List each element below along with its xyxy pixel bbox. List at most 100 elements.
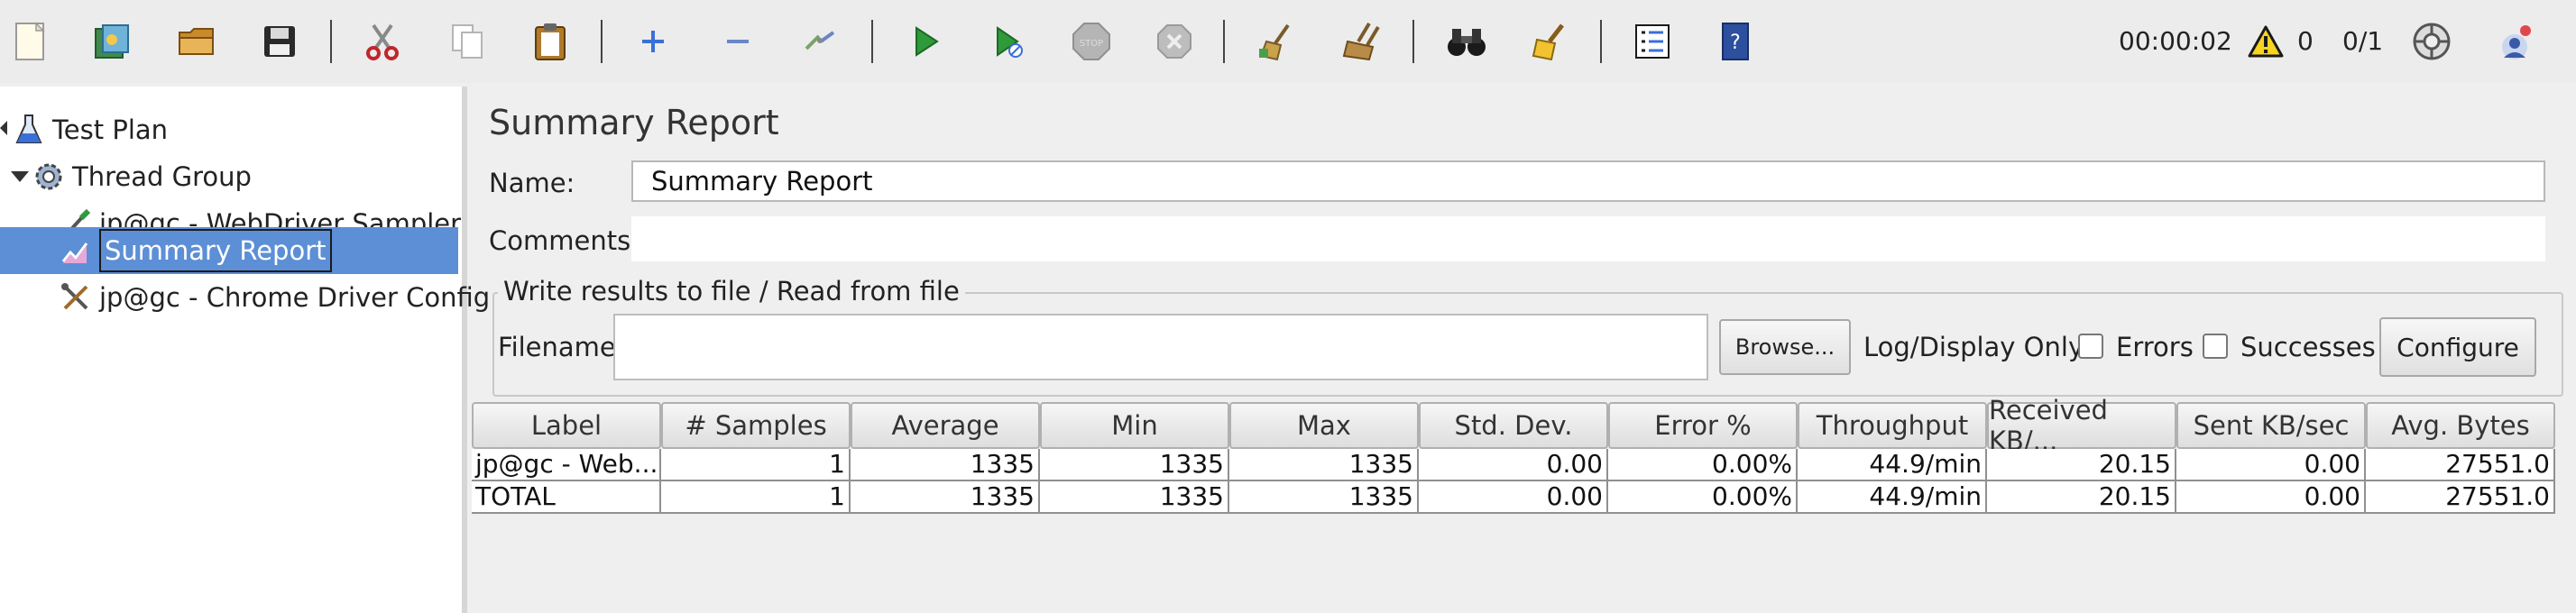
- summary-report-panel: Summary Report Name: Summary Report Comm…: [469, 87, 2576, 613]
- table-cell[interactable]: 44.9/min: [1798, 449, 1987, 481]
- filename-label: Filename: [498, 332, 616, 362]
- browse-button[interactable]: Browse...: [1719, 319, 1851, 375]
- paste-button[interactable]: [529, 20, 572, 63]
- clear-button[interactable]: [1256, 20, 1299, 63]
- table-cell[interactable]: 20.15: [1987, 481, 2176, 514]
- svg-text:STOP: STOP: [1080, 39, 1103, 49]
- column-header[interactable]: Error %: [1608, 402, 1798, 449]
- table-cell[interactable]: 1335: [1229, 449, 1419, 481]
- stop-button[interactable]: STOP: [1070, 20, 1113, 63]
- clear-all-button[interactable]: [1340, 20, 1384, 63]
- help-button[interactable]: ?: [1714, 20, 1757, 63]
- column-header[interactable]: Label: [472, 402, 661, 449]
- table-cell[interactable]: 1: [661, 449, 851, 481]
- column-header[interactable]: Max: [1229, 402, 1419, 449]
- new-file-icon: [15, 22, 45, 60]
- play-icon: [915, 26, 939, 57]
- table-cell[interactable]: 1335: [1040, 449, 1229, 481]
- table-cell[interactable]: 1: [661, 481, 851, 514]
- warning-icon[interactable]: [2246, 20, 2286, 63]
- warning-count: 0: [2297, 26, 2314, 56]
- clipboard-icon: [535, 23, 566, 60]
- column-header[interactable]: Min: [1040, 402, 1229, 449]
- tree-item-chrome-driver-config[interactable]: jp@gc - Chrome Driver Config: [60, 276, 490, 319]
- start-no-pauses-button[interactable]: [987, 20, 1030, 63]
- filename-input[interactable]: [613, 314, 1708, 380]
- test-plan-tree: Test Plan Thread Group jp@gc - WebDriver…: [0, 87, 490, 613]
- table-cell[interactable]: TOTAL: [472, 481, 661, 514]
- table-cell[interactable]: 44.9/min: [1798, 481, 1987, 514]
- tree-collapse-icon[interactable]: [0, 121, 7, 135]
- table-cell[interactable]: 1335: [851, 449, 1040, 481]
- log-viewer-icon: [2502, 25, 2531, 59]
- tree-item-test-plan[interactable]: Test Plan: [0, 108, 168, 151]
- table-cell[interactable]: 1335: [1229, 481, 1419, 514]
- table-cell[interactable]: 27551.0: [2366, 481, 2555, 514]
- table-cell[interactable]: 27551.0: [2366, 449, 2555, 481]
- expand-all-button[interactable]: [631, 20, 675, 63]
- table-cell[interactable]: jp@gc - Web...: [472, 449, 661, 481]
- toolbar-separator: [871, 20, 873, 63]
- start-button[interactable]: [904, 20, 947, 63]
- successes-checkbox[interactable]: [2203, 334, 2228, 359]
- collapse-all-button[interactable]: [716, 20, 759, 63]
- toggle-icon: [805, 31, 835, 50]
- tree-item-summary-report[interactable]: Summary Report: [60, 229, 332, 272]
- toggle-button[interactable]: [799, 20, 842, 63]
- save-button[interactable]: [258, 20, 301, 63]
- remote-engines-button[interactable]: [2410, 20, 2453, 63]
- table-cell[interactable]: 0.00%: [1608, 449, 1798, 481]
- tree-expand-icon[interactable]: [11, 171, 29, 182]
- stop-icon: STOP: [1072, 23, 1110, 60]
- comments-input[interactable]: [631, 216, 2545, 261]
- broom-clear-all-icon: [1342, 22, 1380, 61]
- errors-checkbox[interactable]: [2078, 334, 2103, 359]
- table-cell[interactable]: 20.15: [1987, 449, 2176, 481]
- broom-clear-icon: [1259, 23, 1290, 61]
- log-viewer-button[interactable]: [2495, 20, 2538, 63]
- column-header[interactable]: Sent KB/sec: [2176, 402, 2366, 449]
- table-cell[interactable]: 0.00: [2176, 449, 2366, 481]
- tree-item-thread-group[interactable]: Thread Group: [0, 155, 252, 198]
- toolbar-separator: [1223, 20, 1225, 63]
- cut-button[interactable]: [361, 20, 404, 63]
- play-no-pause-icon: [997, 26, 1023, 58]
- table-cell[interactable]: 0.00: [2176, 481, 2366, 514]
- list-icon: [1635, 24, 1670, 59]
- column-header[interactable]: Throughput: [1798, 402, 1987, 449]
- help-book-icon: ?: [1722, 23, 1749, 60]
- new-file-button[interactable]: [9, 20, 52, 63]
- templates-icon: [95, 24, 129, 59]
- svg-text:?: ?: [1730, 32, 1741, 54]
- flask-icon: [13, 114, 45, 146]
- reset-search-button[interactable]: [1528, 20, 1571, 63]
- search-button[interactable]: [1445, 20, 1488, 63]
- copy-button[interactable]: [446, 20, 489, 63]
- panel-title: Summary Report: [489, 103, 779, 142]
- table-cell[interactable]: 0.00: [1419, 449, 1608, 481]
- column-header[interactable]: Received KB/...: [1987, 395, 2176, 456]
- table-cell[interactable]: 1335: [851, 481, 1040, 514]
- table-cell[interactable]: 0.00: [1419, 481, 1608, 514]
- shutdown-button[interactable]: [1153, 20, 1196, 63]
- lifebuoy-icon: [2413, 23, 2451, 60]
- gear-icon: [32, 160, 65, 193]
- scissors-icon: [366, 23, 399, 60]
- column-header[interactable]: Avg. Bytes: [2366, 402, 2555, 449]
- toolbar: STOP ? 00:00:02 0 0/1: [0, 0, 2576, 83]
- column-header[interactable]: # Samples: [661, 402, 851, 449]
- shutdown-icon: [1157, 24, 1191, 59]
- configure-button[interactable]: Configure: [2379, 317, 2536, 377]
- column-header[interactable]: Std. Dev.: [1419, 402, 1608, 449]
- open-button[interactable]: [175, 20, 218, 63]
- save-icon: [264, 26, 295, 57]
- broom-reset-icon: [1532, 23, 1564, 61]
- tree-item-label: jp@gc - Chrome Driver Config: [99, 282, 491, 313]
- table-cell[interactable]: 1335: [1040, 481, 1229, 514]
- table-cell[interactable]: 0.00%: [1608, 481, 1798, 514]
- name-input[interactable]: Summary Report: [631, 160, 2545, 202]
- column-header[interactable]: Average: [851, 402, 1040, 449]
- templates-button[interactable]: [90, 20, 133, 63]
- function-helper-button[interactable]: [1631, 20, 1674, 63]
- tree-item-label: Summary Report: [99, 229, 332, 272]
